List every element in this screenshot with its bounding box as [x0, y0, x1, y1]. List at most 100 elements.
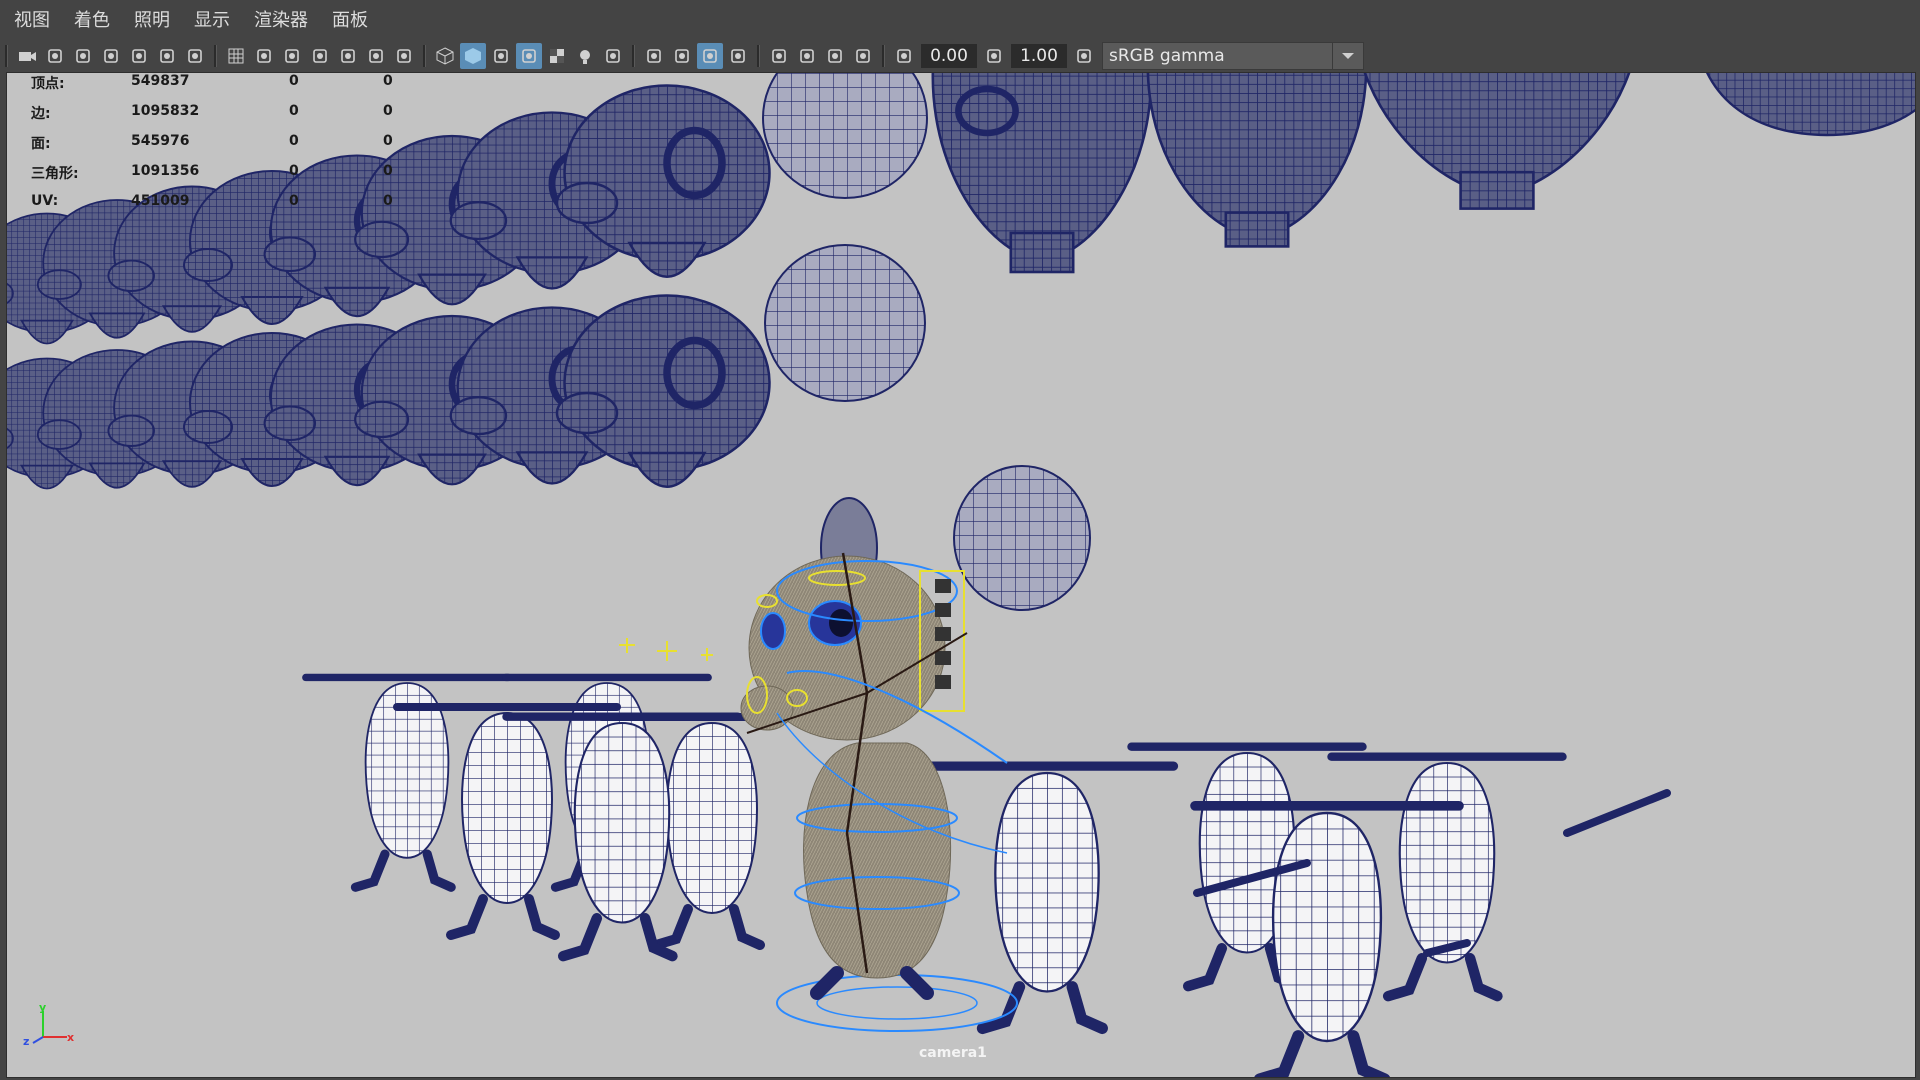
hud-value: 549837 [131, 73, 190, 89]
camera-icon[interactable] [14, 43, 40, 69]
field-chart-icon[interactable] [335, 43, 361, 69]
resolution-gate-icon[interactable] [279, 43, 305, 69]
screen-space-ao-icon[interactable] [641, 43, 667, 69]
bookmark-camera-icon-glyph [76, 49, 90, 63]
use-lights-icon[interactable] [572, 43, 598, 69]
gamma-icon-glyph [987, 49, 1001, 63]
3d-viewport[interactable]: 顶点: 549837 0 0 边: 1095832 0 0 面: 545976 0 0 三角形: 1091… [6, 72, 1916, 1078]
exposure-field[interactable]: 0.00 [921, 44, 977, 68]
scene-render [7, 73, 1915, 1077]
hud-value: 0 [289, 163, 299, 179]
hud-value: 0 [383, 163, 393, 179]
mesh-bodies-right [921, 747, 1671, 1077]
menu-lighting[interactable]: 照明 [122, 0, 182, 40]
menu-show[interactable]: 显示 [182, 0, 242, 40]
toolbar-separator [632, 45, 635, 67]
hud-row: 顶点: 549837 0 0 [31, 73, 431, 103]
hud-row: 三角形: 1091356 0 0 [31, 163, 431, 193]
depth-of-field-icon[interactable] [725, 43, 751, 69]
hud-value: 0 [383, 73, 393, 89]
exposure-icon[interactable] [891, 43, 917, 69]
screen-space-ao-icon-glyph [647, 49, 661, 63]
image-plane-icon[interactable] [126, 43, 152, 69]
pan-zoom-icon-glyph [160, 49, 174, 63]
mesh-heads-top [931, 73, 1915, 274]
depth-of-field-icon-glyph [731, 49, 745, 63]
menu-shading[interactable]: 着色 [62, 0, 122, 40]
camera-attr-icon-glyph [48, 49, 62, 63]
multisample-aa-icon-glyph [703, 49, 717, 63]
color-space-label: sRGB gamma [1109, 46, 1225, 66]
hud-label: UV: [31, 193, 59, 209]
hud-value: 1095832 [131, 103, 200, 119]
gate-mask-icon-glyph [313, 49, 327, 63]
hud-label: 边: [31, 106, 51, 122]
xray-joints-icon-glyph [856, 49, 870, 63]
textured-icon-glyph [550, 49, 564, 63]
use-default-material-icon[interactable] [488, 43, 514, 69]
pan-zoom-icon[interactable] [154, 43, 180, 69]
wireframe-icon[interactable] [432, 43, 458, 69]
hud-label: 面: [31, 136, 51, 152]
menu-renderer[interactable]: 渲染器 [242, 0, 320, 40]
smooth-shade-icon-glyph [465, 48, 481, 64]
hud-value: 0 [383, 103, 393, 119]
use-lights-icon-glyph [580, 50, 590, 64]
hud-value: 0 [289, 73, 299, 89]
toolbar-separator [423, 45, 426, 67]
grease-pencil-icon[interactable] [182, 43, 208, 69]
safe-action-icon[interactable] [363, 43, 389, 69]
panel-menu-bar: 视图 着色 照明 显示 渲染器 面板 [0, 0, 1920, 40]
camera-icon-glyph [19, 52, 36, 61]
menu-view[interactable]: 视图 [0, 0, 62, 40]
hud-label: 顶点: [31, 76, 65, 92]
field-chart-icon-glyph [341, 49, 355, 63]
hud-row: 面: 545976 0 0 [31, 133, 431, 163]
gamma-icon[interactable] [981, 43, 1007, 69]
bookmark-camera-icon[interactable] [70, 43, 96, 69]
hud-label: 三角形: [31, 166, 79, 182]
film-gate-icon[interactable] [251, 43, 277, 69]
xray-icon[interactable] [794, 43, 820, 69]
safe-action-icon-glyph [369, 49, 383, 63]
grease-pencil-icon-glyph [188, 49, 202, 63]
menu-panels[interactable]: 面板 [320, 0, 380, 40]
xray-active-icon-glyph [828, 49, 842, 63]
gamma-field[interactable]: 1.00 [1011, 44, 1067, 68]
bookmark-icon[interactable] [98, 43, 124, 69]
hud-row: 边: 1095832 0 0 [31, 103, 431, 133]
toolbar-separator [214, 45, 217, 67]
use-default-material-icon-glyph [494, 49, 508, 63]
axis-z-label: z [23, 1035, 30, 1048]
toolbar-separator [757, 45, 760, 67]
wireframe-icon-glyph [436, 47, 454, 65]
color-management-icon[interactable] [1071, 43, 1097, 69]
chevron-down-icon [1332, 43, 1363, 69]
textured-icon[interactable] [544, 43, 570, 69]
toolbar-separator [882, 45, 885, 67]
wireframe-on-shaded-icon[interactable] [516, 43, 542, 69]
camera-attr-icon[interactable] [42, 43, 68, 69]
isolate-select-icon[interactable] [766, 43, 792, 69]
hud-value: 0 [383, 193, 393, 209]
xray-active-icon[interactable] [822, 43, 848, 69]
color-management-icon-glyph [1077, 49, 1091, 63]
hud-value: 545976 [131, 133, 190, 149]
multisample-aa-icon[interactable] [697, 43, 723, 69]
safe-title-icon[interactable] [391, 43, 417, 69]
axis-gizmo: y z x [23, 1001, 83, 1061]
motion-blur-icon[interactable] [669, 43, 695, 69]
shadows-icon[interactable] [600, 43, 626, 69]
maya-viewport-panel: 视图 着色 照明 显示 渲染器 面板 0.00 1.00 sRGB gamma [0, 0, 1920, 1080]
shadows-icon-glyph [606, 49, 620, 63]
isolate-select-icon-glyph [772, 49, 786, 63]
safe-title-icon-glyph [397, 49, 411, 63]
camera-name-label: camera1 [919, 1045, 987, 1061]
color-space-dropdown[interactable]: sRGB gamma [1102, 42, 1364, 70]
smooth-shade-icon[interactable] [460, 43, 486, 69]
xray-joints-icon[interactable] [850, 43, 876, 69]
grid-icon-glyph [228, 48, 244, 64]
hud-value: 1091356 [131, 163, 200, 179]
gate-mask-icon[interactable] [307, 43, 333, 69]
grid-icon[interactable] [223, 43, 249, 69]
